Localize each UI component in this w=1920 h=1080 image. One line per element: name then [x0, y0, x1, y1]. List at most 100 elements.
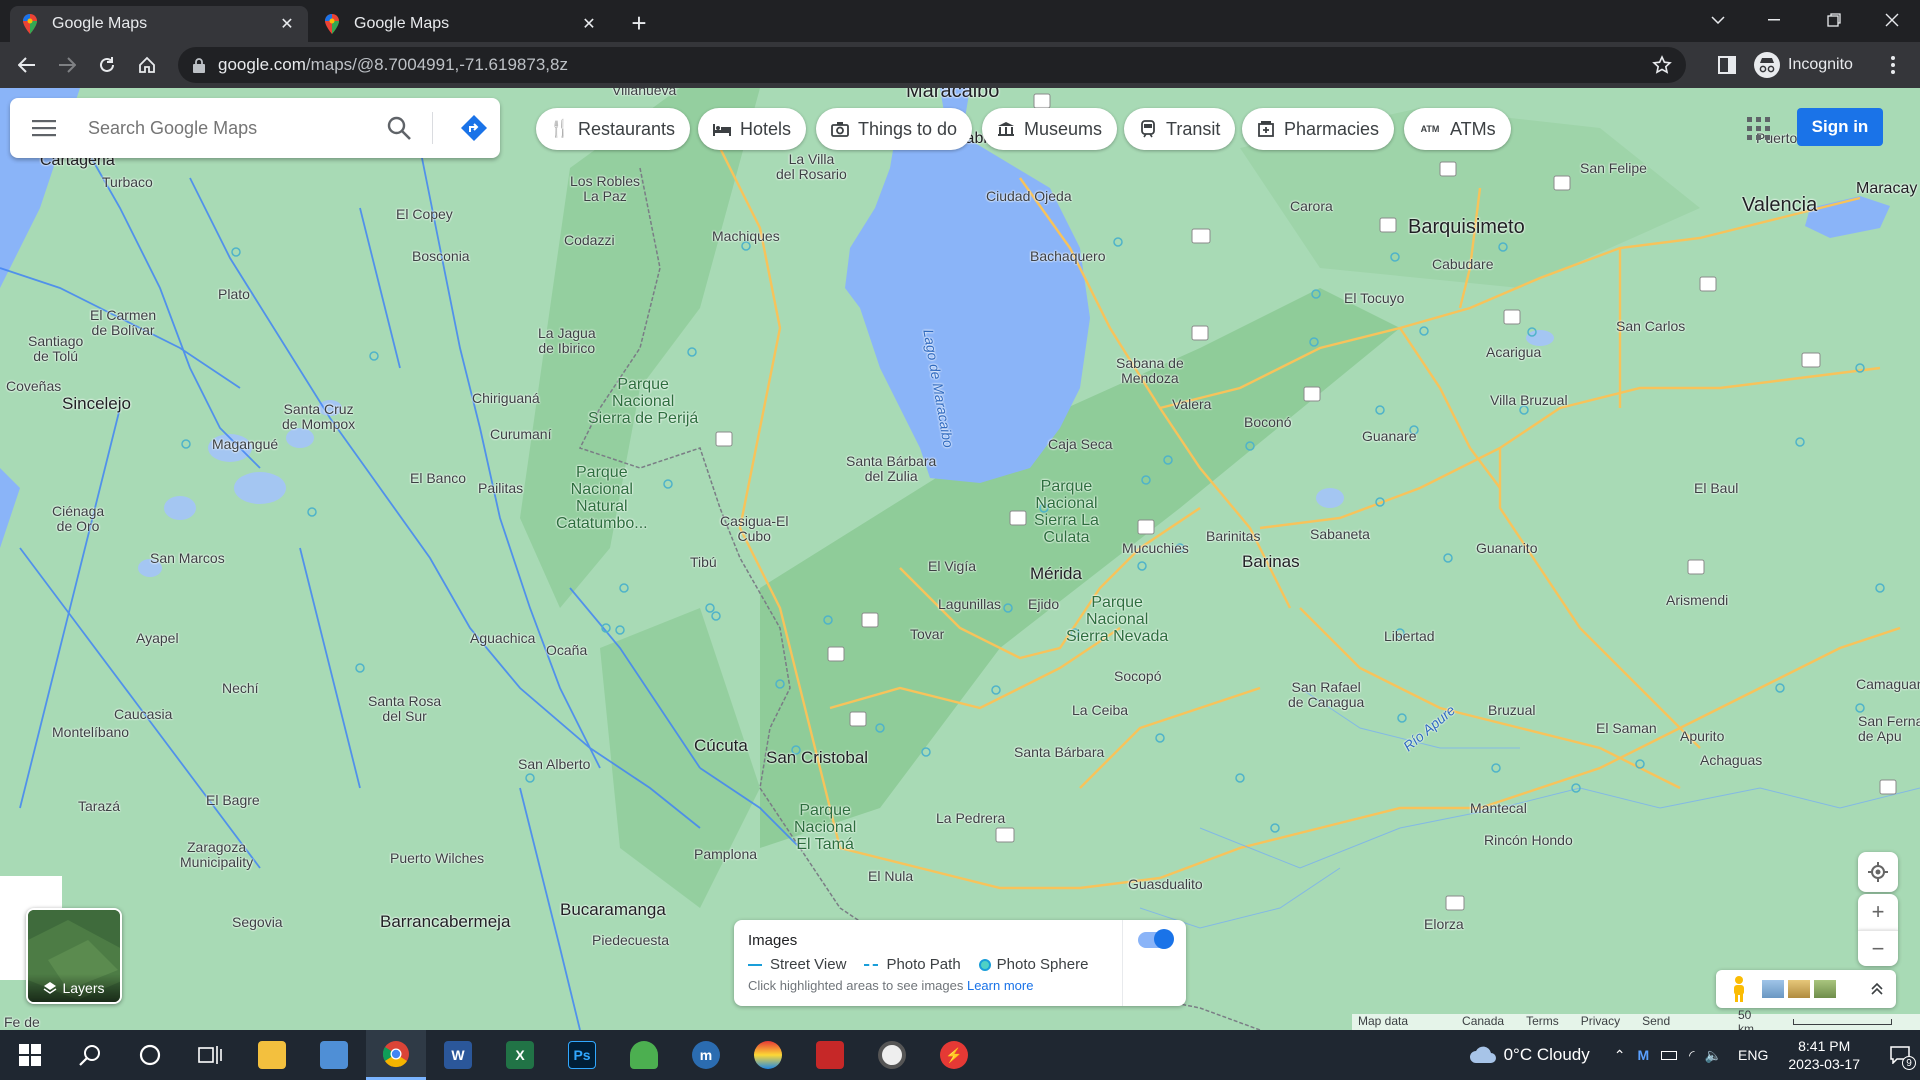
map-label-bocono[interactable]: Boconó	[1244, 414, 1291, 430]
map-label-chiriguana[interactable]: Chiriguaná	[472, 390, 540, 406]
chip-hotels[interactable]: Hotels	[698, 108, 807, 150]
taskbar-media-app[interactable]	[862, 1030, 922, 1080]
map-label-la-villa[interactable]: La Villa del Rosario	[776, 152, 847, 182]
map-label-tovar[interactable]: Tovar	[910, 626, 944, 642]
map-label-valera[interactable]: Valera	[1172, 396, 1211, 412]
map-label-santa-rosa-del-sur[interactable]: Santa Rosa del Sur	[368, 694, 441, 724]
battery-icon[interactable]	[1661, 1050, 1678, 1060]
map-label-camaguan[interactable]: Camaguan	[1856, 676, 1920, 692]
map-label-ocana[interactable]: Ocaña	[546, 642, 587, 658]
map-label-casigua-el-cubo[interactable]: Casigua-El Cubo	[720, 514, 788, 544]
map-label-santa-barbara[interactable]: Santa Bárbara	[1014, 744, 1104, 760]
map-label-maracay[interactable]: Maracay	[1856, 180, 1917, 198]
map-label-plato[interactable]: Plato	[218, 286, 250, 302]
map-label-el-copey[interactable]: El Copey	[396, 206, 453, 222]
map-label-cienaga-de-oro[interactable]: Ciénaga de Oro	[52, 504, 104, 534]
map-label-san-rafael-de-canagua[interactable]: San Rafael de Canagua	[1288, 680, 1364, 710]
map-label-cabudare[interactable]: Cabudare	[1432, 256, 1494, 272]
map-label-codazzi[interactable]: Codazzi	[564, 232, 615, 248]
my-location-button[interactable]	[1858, 852, 1898, 892]
chip-transit[interactable]: Transit	[1124, 108, 1236, 150]
map-label-barinitas[interactable]: Barinitas	[1206, 528, 1260, 544]
map-label-arismendi[interactable]: Arismendi	[1666, 592, 1728, 608]
map-label-sabaneta[interactable]: Sabaneta	[1310, 526, 1370, 542]
map-label-los-robles-la-paz[interactable]: Los Robles La Paz	[570, 174, 640, 204]
map-label-el-nula[interactable]: El Nula	[868, 868, 913, 884]
map-label-curumani[interactable]: Curumaní	[490, 426, 551, 442]
incognito-profile-button[interactable]: Incognito	[1754, 49, 1853, 81]
taskbar-search-button[interactable]	[60, 1030, 120, 1080]
map-label-el-bagre[interactable]: El Bagre	[206, 792, 260, 808]
map-label-la-pedrera[interactable]: La Pedrera	[936, 810, 1005, 826]
expand-up-icon[interactable]	[1870, 982, 1884, 996]
map-label-guanare[interactable]: Guanare	[1362, 428, 1416, 444]
map-label-barrancabermeja[interactable]: Barrancabermeja	[380, 912, 510, 932]
map-label-puerto-wilches[interactable]: Puerto Wilches	[390, 850, 484, 866]
map-label-pn-sierra-de-perija[interactable]: Parque Nacional Sierra de Perijá	[588, 376, 698, 427]
map-label-san-marcos[interactable]: San Marcos	[150, 550, 225, 566]
map-label-pailitas[interactable]: Pailitas	[478, 480, 523, 496]
google-apps-grid-icon[interactable]	[1744, 114, 1774, 144]
wifi-icon[interactable]: ◜	[1689, 1047, 1694, 1064]
clock[interactable]: 8:41 PM 2023-03-17	[1788, 1037, 1860, 1073]
map-label-barinas[interactable]: Barinas	[1242, 552, 1300, 572]
map-label-bruzual[interactable]: Bruzual	[1488, 702, 1535, 718]
imagery-thumbnail-2[interactable]	[1788, 980, 1810, 998]
map-label-taraza[interactable]: Tarazá	[78, 798, 120, 814]
map-label-segovia[interactable]: Segovia	[232, 914, 283, 930]
search-input[interactable]	[88, 113, 378, 143]
map-label-bosconia[interactable]: Bosconia	[412, 248, 470, 264]
reload-icon[interactable]	[90, 48, 124, 82]
map-label-caja-seca[interactable]: Caja Seca	[1048, 436, 1113, 452]
taskbar-mo-app[interactable]: m	[676, 1030, 736, 1080]
map-label-zaragoza[interactable]: Zaragoza Municipality	[180, 840, 253, 870]
new-tab-button[interactable]: +	[624, 8, 654, 38]
map-label-lagunillas[interactable]: Lagunillas	[938, 596, 1001, 612]
taskbar-photoshop[interactable]: Ps	[552, 1030, 612, 1080]
map-label-aguachica[interactable]: Aguachica	[470, 630, 535, 646]
taskbar-file-explorer[interactable]	[242, 1030, 302, 1080]
chip-restaurants[interactable]: 🍴 Restaurants	[536, 108, 691, 150]
map-label-acarigua[interactable]: Acarigua	[1486, 344, 1541, 360]
home-icon[interactable]	[130, 48, 164, 82]
map-label-san-alberto[interactable]: San Alberto	[518, 756, 590, 772]
browser-tab-google-maps-1[interactable]: Google Maps ✕	[10, 6, 308, 42]
more-menu-icon[interactable]	[1876, 48, 1910, 82]
taskbar-colorful-app[interactable]	[738, 1030, 798, 1080]
chip-things-to-do[interactable]: Things to do	[816, 108, 973, 150]
map-label-pn-sierra-nevada[interactable]: Parque Nacional Sierra Nevada	[1066, 594, 1168, 645]
search-icon[interactable]	[386, 115, 412, 141]
side-panel-icon[interactable]	[1710, 48, 1744, 82]
volume-icon[interactable]: 🔈	[1705, 1047, 1722, 1064]
terms-link[interactable]: Terms	[1526, 1014, 1559, 1030]
sign-in-button[interactable]: Sign in	[1797, 108, 1883, 146]
show-hidden-icons-chevron-icon[interactable]: ⌃	[1614, 1047, 1626, 1064]
close-window-icon[interactable]	[1870, 4, 1914, 36]
pegman-icon[interactable]	[1730, 975, 1748, 1003]
map-label-magangue[interactable]: Magangué	[212, 436, 278, 452]
chip-atms[interactable]: ATM ATMs	[1404, 108, 1511, 150]
minimize-icon[interactable]	[1752, 4, 1796, 36]
notifications-button[interactable]: 9	[1880, 1030, 1920, 1080]
hamburger-menu-icon[interactable]	[32, 118, 56, 138]
forward-arrow-icon[interactable]	[50, 48, 84, 82]
map-label-covenas[interactable]: Coveñas	[6, 378, 61, 394]
start-button[interactable]	[0, 1030, 60, 1080]
task-view-button[interactable]	[180, 1030, 240, 1080]
back-arrow-icon[interactable]	[10, 48, 44, 82]
map-label-la-ceiba[interactable]: La Ceiba	[1072, 702, 1128, 718]
zoom-out-button[interactable]: −	[1858, 930, 1898, 966]
tab-close-icon[interactable]: ✕	[580, 15, 598, 33]
map-label-rincon-hondo[interactable]: Rincón Hondo	[1484, 832, 1573, 848]
map-label-pamplona[interactable]: Pamplona	[694, 846, 757, 862]
map-label-santa-cruz-de-mompox[interactable]: Santa Cruz de Mompox	[282, 402, 355, 432]
browser-tab-google-maps-2[interactable]: Google Maps ✕	[312, 6, 610, 42]
m-tray-icon[interactable]: M	[1638, 1047, 1650, 1063]
map-label-santiago-de-tolu[interactable]: Santiago de Tolú	[28, 334, 83, 364]
map-label-villa-bruzual[interactable]: Villa Bruzual	[1490, 392, 1568, 408]
map-label-bucaramanga[interactable]: Bucaramanga	[560, 900, 666, 920]
map-label-machiques[interactable]: Machiques	[712, 228, 780, 244]
map-label-la-jagua-de-ibirico[interactable]: La Jagua de Ibirico	[538, 326, 596, 356]
taskbar-chrome[interactable]	[366, 1030, 426, 1080]
scale-bar[interactable]: 50 km	[1738, 1008, 1914, 1036]
